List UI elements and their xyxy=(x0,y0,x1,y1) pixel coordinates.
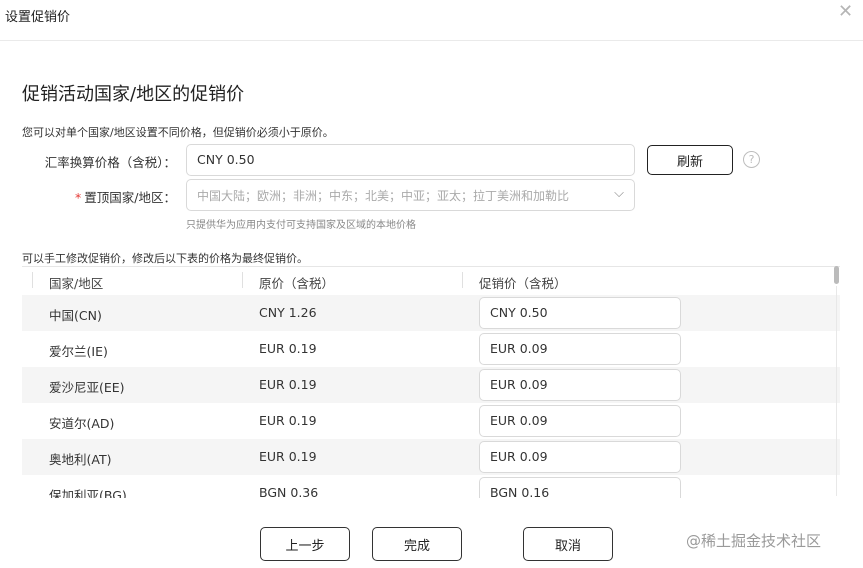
row-country: 安道尔(AD) xyxy=(49,416,115,431)
required-mark: * xyxy=(75,190,82,205)
header-separator xyxy=(462,272,463,288)
table-row: 安道尔(AD) EUR 0.19 EUR 0.09 xyxy=(22,403,840,439)
row-original-price: EUR 0.19 xyxy=(259,449,317,464)
table-header: 国家/地区 原价（含税） 促销价（含税） xyxy=(22,267,840,295)
table-hint: 可以手工修改促销价，修改后以下表的价格为最终促销价。 xyxy=(22,252,308,265)
table-row: 奥地利(AT) EUR 0.19 EUR 0.09 xyxy=(22,439,840,475)
prev-step-button[interactable]: 上一步 xyxy=(260,527,350,561)
header-country: 国家/地区 xyxy=(49,276,104,291)
chevron-down-icon: ⌵ xyxy=(614,186,624,201)
rate-label: 汇率换算价格（含税）： xyxy=(44,155,176,170)
row-promo-input[interactable]: EUR 0.09 xyxy=(479,369,681,401)
section-title: 促销活动国家/地区的促销价 xyxy=(22,84,245,105)
header-promo: 促销价（含税） xyxy=(479,276,567,291)
table-row: 爱沙尼亚(EE) EUR 0.19 EUR 0.09 xyxy=(22,367,840,403)
pin-label-text: 置顶国家/地区： xyxy=(84,190,176,205)
row-country: 爱尔兰(IE) xyxy=(49,344,108,359)
hint-text: 您可以对单个国家/地区设置不同价格，但促销价必须小于原价。 xyxy=(22,126,334,139)
row-country: 中国(CN) xyxy=(49,308,102,323)
watermark: @稀土掘金技术社区 xyxy=(686,532,822,550)
table-row: 中国(CN) CNY 1.26 CNY 0.50 xyxy=(22,295,840,331)
row-promo-input[interactable]: EUR 0.09 xyxy=(479,333,681,365)
row-promo-input[interactable]: CNY 0.50 xyxy=(479,297,681,329)
pin-select-placeholder: 中国大陆；欧洲；非洲；中东；北美；中亚；亚太；拉丁美洲和加勒比 xyxy=(197,189,570,203)
row-promo-input[interactable]: EUR 0.09 xyxy=(479,441,681,473)
header-separator xyxy=(242,272,243,288)
row-country: 保加利亚(BG) xyxy=(49,488,127,498)
pin-country-select[interactable]: 中国大陆；欧洲；非洲；中东；北美；中亚；亚太；拉丁美洲和加勒比 ⌵ xyxy=(186,179,635,211)
refresh-button[interactable]: 刷新 xyxy=(647,145,733,175)
table-row: 保加利亚(BG) BGN 0.36 BGN 0.16 xyxy=(22,475,840,498)
row-original-price: EUR 0.19 xyxy=(259,377,317,392)
done-button[interactable]: 完成 xyxy=(372,527,462,561)
row-original-price: EUR 0.19 xyxy=(259,341,317,356)
price-table: 国家/地区 原价（含税） 促销价（含税） 中国(CN) CNY 1.26 CNY… xyxy=(22,266,840,498)
help-icon[interactable]: ? xyxy=(743,151,760,168)
row-country: 爱沙尼亚(EE) xyxy=(49,380,125,395)
scrollbar-thumb[interactable] xyxy=(834,266,839,284)
cancel-button[interactable]: 取消 xyxy=(523,527,613,561)
table-scrollbar[interactable] xyxy=(833,266,840,498)
header-divider xyxy=(0,40,863,41)
row-country: 奥地利(AT) xyxy=(49,452,112,467)
row-promo-input[interactable]: BGN 0.16 xyxy=(479,477,681,498)
row-original-price: EUR 0.19 xyxy=(259,413,317,428)
pin-note: 只提供华为应用内支付可支持国家及区域的本地价格 xyxy=(186,220,416,231)
row-original-price: BGN 0.36 xyxy=(259,485,319,498)
header-original: 原价（含税） xyxy=(259,276,335,291)
scrollbar-track xyxy=(836,286,837,496)
header-separator xyxy=(32,272,33,288)
table-row: 爱尔兰(IE) EUR 0.19 EUR 0.09 xyxy=(22,331,840,367)
row-promo-input[interactable]: EUR 0.09 xyxy=(479,405,681,437)
pin-label: * 置顶国家/地区： xyxy=(40,187,176,206)
dialog-title: 设置促销价 xyxy=(5,10,71,25)
row-original-price: CNY 1.26 xyxy=(259,305,317,320)
close-icon[interactable]: ✕ xyxy=(838,3,853,21)
rate-input[interactable]: CNY 0.50 xyxy=(186,144,635,176)
